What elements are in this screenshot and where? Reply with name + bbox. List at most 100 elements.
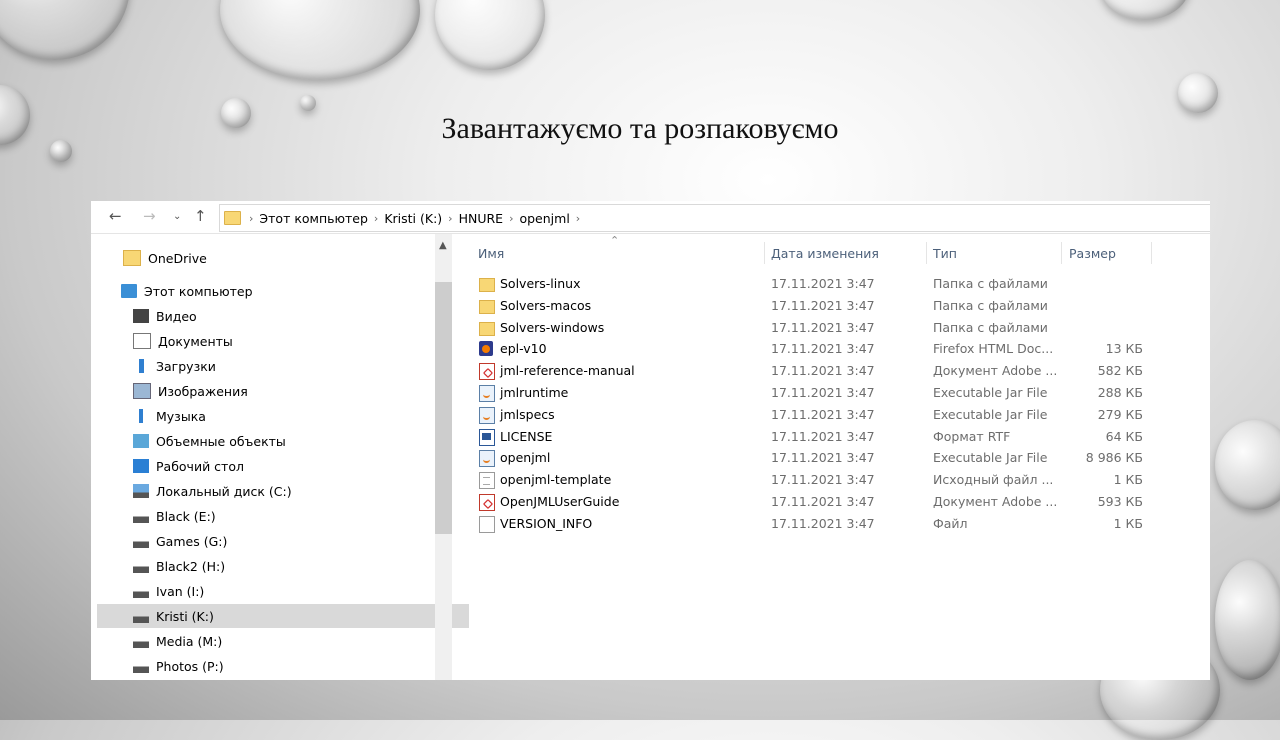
column-header-size[interactable]: Размер	[1069, 246, 1116, 261]
pictures-icon	[133, 383, 151, 399]
nav-item-label: Black (E:)	[156, 508, 216, 524]
nav-item[interactable]: Объемные объекты	[97, 429, 469, 453]
nav-item[interactable]: OneDrive	[123, 246, 459, 270]
nav-item-label: Объемные объекты	[156, 433, 286, 449]
file-size: 1 КБ	[1113, 472, 1143, 488]
column-divider[interactable]	[1061, 242, 1062, 264]
blank-file-icon	[479, 515, 495, 533]
file-size: 582 КБ	[1097, 363, 1143, 379]
nav-item[interactable]: Photos (P:)	[97, 654, 469, 678]
file-row[interactable]: Solvers-windows 17.11.2021 3:47 Папка с фа…	[470, 317, 1170, 339]
file-date: 17.11.2021 3:47	[771, 450, 875, 466]
nav-item[interactable]: Media (M:)	[97, 629, 469, 653]
column-header-date[interactable]: Дата изменения	[771, 246, 879, 261]
nav-item-label: Ivan (I:)	[156, 583, 205, 599]
rtf-file-icon	[479, 428, 495, 446]
file-row[interactable]: jmlruntime 17.11.2021 3:47 Executable Jar …	[470, 382, 1170, 404]
up-arrow-icon[interactable]: ↑	[194, 207, 207, 225]
file-type: Папка с файлами	[933, 319, 1048, 335]
nav-item-label: Black2 (H:)	[156, 558, 226, 574]
pdf-file-icon	[479, 363, 495, 381]
file-row[interactable]: Solvers-linux 17.11.2021 3:47 Папка с файл…	[470, 273, 1170, 295]
file-type: Executable Jar File	[933, 385, 1048, 400]
nav-item[interactable]: Изображения	[97, 379, 469, 403]
nav-item-label: Games (G:)	[156, 533, 228, 549]
file-row[interactable]: LICENSE 17.11.2021 3:47 Формат RTF 64 КБ	[470, 426, 1170, 448]
music-icon	[133, 409, 149, 423]
nav-item[interactable]: Games (G:)	[97, 529, 469, 553]
file-explorer-window: ← → ⌄ ↑ › Этот компьютер › Kristi (K:) ›…	[91, 201, 1210, 680]
folder-icon	[224, 211, 241, 225]
file-row[interactable]: Solvers-macos 17.11.2021 3:47 Папка с файл…	[470, 295, 1170, 317]
breadcrumb-item[interactable]: openjml	[519, 211, 569, 226]
breadcrumb-item[interactable]: Этот компьютер	[259, 211, 368, 226]
chevron-right-icon: ›	[249, 211, 254, 225]
drive-icon	[133, 584, 149, 598]
documents-icon	[133, 333, 151, 349]
file-row[interactable]: openjml 17.11.2021 3:47 Executable Jar Fil…	[470, 447, 1170, 469]
water-drop-decoration	[300, 95, 316, 111]
column-divider[interactable]	[926, 242, 927, 264]
navigation-scrollbar[interactable]: ▲	[435, 234, 452, 680]
file-row[interactable]: VERSION_INFO 17.11.2021 3:47 Файл 1 КБ	[470, 513, 1170, 535]
nav-item-label: Photos (P:)	[156, 658, 224, 674]
nav-item-label: Рабочий стол	[156, 458, 244, 474]
nav-item[interactable]: Видео	[97, 304, 469, 328]
nav-item[interactable]: Документы	[97, 329, 469, 353]
nav-item[interactable]: Ivan (I:)	[97, 579, 469, 603]
nav-item[interactable]: Black (E:)	[97, 504, 469, 528]
water-drop-decoration	[220, 0, 420, 80]
file-date: 17.11.2021 3:47	[771, 297, 875, 313]
column-header-type[interactable]: Тип	[933, 246, 957, 261]
nav-item[interactable]: Этот компьютер	[121, 279, 457, 303]
file-list: ⌃ Имя Дата изменения Тип Размер Solvers-…	[470, 234, 1210, 680]
file-name: LICENSE	[500, 428, 553, 444]
file-name: Solvers-linux	[500, 276, 581, 291]
column-divider[interactable]	[764, 242, 765, 264]
recent-locations-chevron-icon[interactable]: ⌄	[173, 211, 181, 222]
breadcrumb-item[interactable]: HNURE	[459, 211, 503, 226]
water-drop-decoration	[1215, 420, 1280, 510]
file-type: Исходный файл ...	[933, 472, 1054, 488]
file-date: 17.11.2021 3:47	[771, 494, 875, 509]
scroll-up-icon[interactable]: ▲	[439, 240, 447, 251]
file-row[interactable]: openjml-template 17.11.2021 3:47 Исходный …	[470, 469, 1170, 491]
nav-item-label: Музыка	[156, 408, 206, 424]
drive-icon	[133, 509, 149, 523]
breadcrumb[interactable]: › Этот компьютер › Kristi (K:) › HNURE ›…	[219, 204, 1210, 232]
column-divider[interactable]	[1151, 242, 1152, 264]
file-size: 593 КБ	[1097, 494, 1143, 509]
nav-item[interactable]: Локальный диск (C:)	[97, 479, 469, 503]
nav-item[interactable]: Рабочий стол	[97, 454, 469, 478]
file-row[interactable]: epl-v10 17.11.2021 3:47 Firefox HTML Doc..…	[470, 338, 1170, 360]
file-size: 64 КБ	[1105, 428, 1143, 444]
onedrive-folder-icon	[123, 250, 141, 266]
file-name: openjml	[500, 450, 551, 466]
computer-icon	[121, 284, 137, 298]
jar-file-icon	[479, 385, 495, 402]
drive-icon	[133, 559, 149, 573]
file-row[interactable]: jml-reference-manual 17.11.2021 3:47 Докум…	[470, 360, 1170, 382]
back-arrow-icon[interactable]: ←	[109, 207, 122, 225]
chevron-right-icon: ›	[373, 211, 379, 225]
txt-file-icon	[479, 472, 495, 490]
breadcrumb-item[interactable]: Kristi (K:)	[384, 211, 442, 226]
nav-item[interactable]: Black2 (H:)	[97, 554, 469, 578]
file-name: jmlruntime	[500, 385, 569, 400]
column-header-name[interactable]: Имя	[478, 246, 504, 261]
system-drive-icon	[133, 484, 149, 498]
file-type: Формат RTF	[933, 428, 1011, 444]
nav-item[interactable]: Музыка	[97, 404, 469, 428]
scrollbar-thumb[interactable]	[435, 282, 452, 534]
file-size: 13 КБ	[1105, 341, 1143, 357]
file-row[interactable]: jmlspecs 17.11.2021 3:47 Executable Jar Fi…	[470, 404, 1170, 426]
file-type: Папка с файлами	[933, 276, 1048, 291]
file-date: 17.11.2021 3:47	[771, 385, 875, 400]
nav-item[interactable]: Загрузки	[97, 354, 469, 378]
file-date: 17.11.2021 3:47	[771, 428, 875, 444]
nav-item[interactable]: Kristi (K:)	[97, 604, 469, 628]
file-name: Solvers-macos	[500, 297, 592, 313]
file-row[interactable]: OpenJMLUserGuide 17.11.2021 3:47 Документ …	[470, 491, 1170, 513]
forward-arrow-icon[interactable]: →	[143, 207, 156, 225]
file-date: 17.11.2021 3:47	[771, 406, 875, 422]
